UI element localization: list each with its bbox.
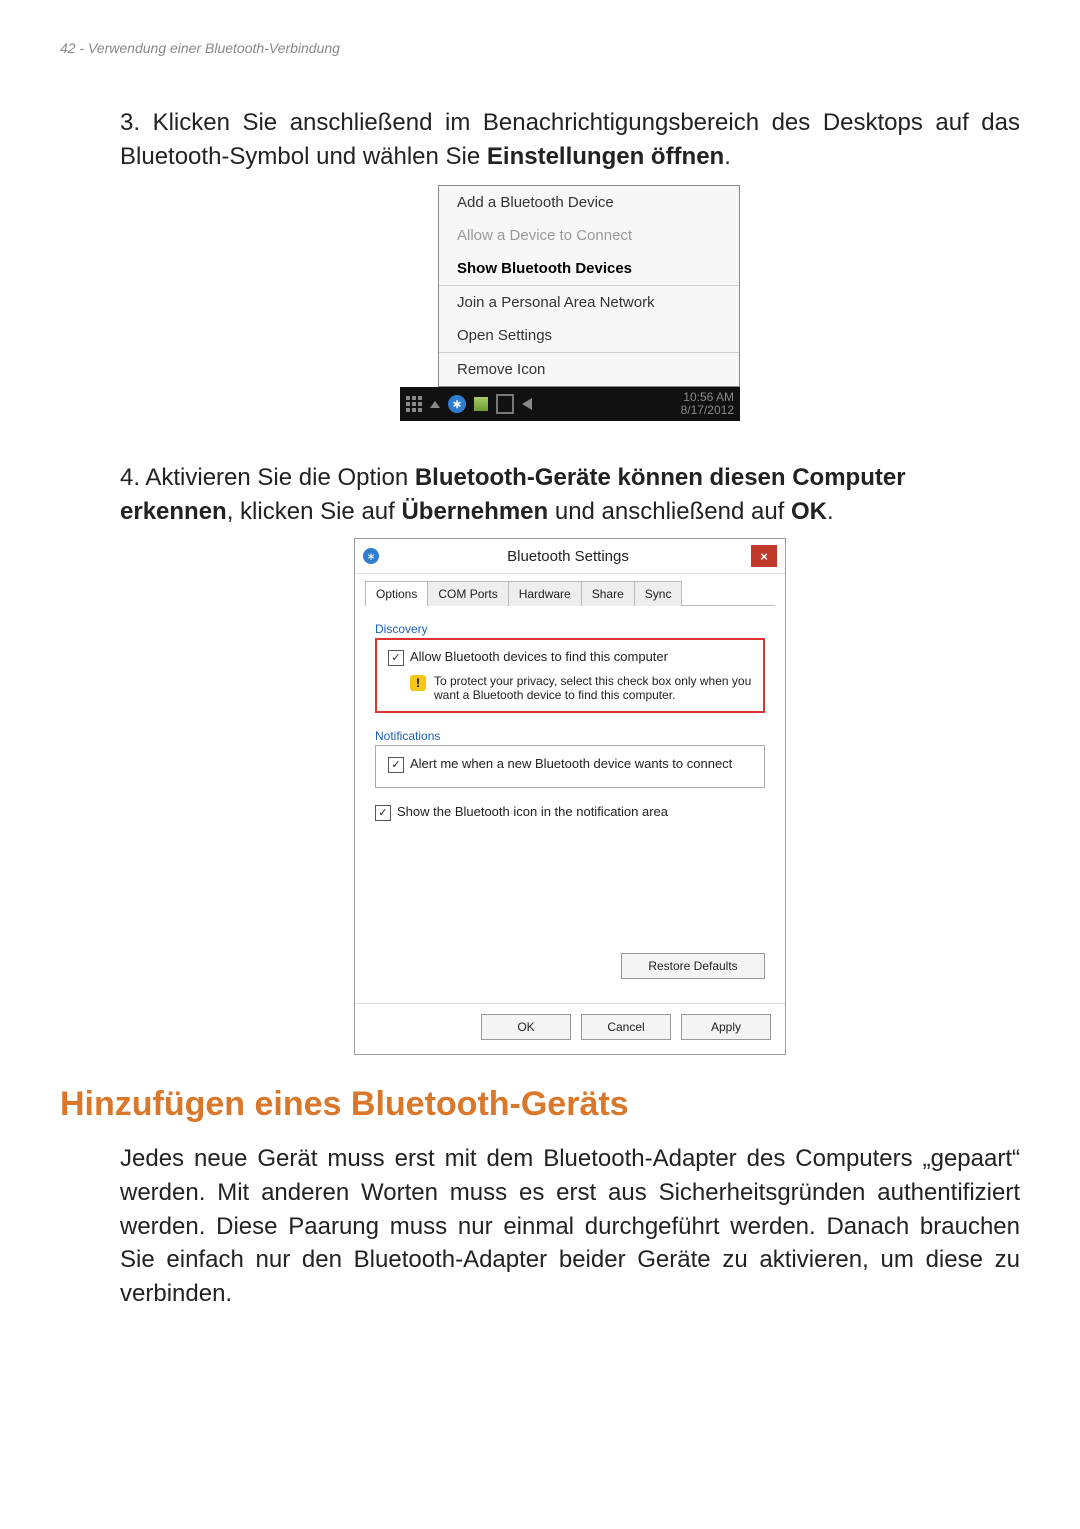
close-button[interactable]: × bbox=[751, 545, 777, 567]
menu-join-pan[interactable]: Join a Personal Area Network bbox=[439, 286, 739, 319]
show-hidden-icons-icon[interactable] bbox=[430, 401, 440, 408]
checkbox-show-icon[interactable]: ✓ Show the Bluetooth icon in the notific… bbox=[375, 804, 765, 821]
section-heading: Hinzufügen eines Bluetooth-Geräts bbox=[60, 1085, 1020, 1124]
checkbox-label: Alert me when a new Bluetooth device wan… bbox=[410, 756, 732, 771]
taskbar-clock[interactable]: 10:56 AM 8/17/2012 bbox=[681, 391, 734, 417]
tab-options[interactable]: Options bbox=[365, 581, 428, 606]
checkbox-icon: ✓ bbox=[388, 650, 404, 666]
step-3: 3. Klicken Sie anschließend im Benachric… bbox=[120, 106, 1020, 173]
step-3-text-2: . bbox=[724, 143, 731, 170]
group-discovery: ✓ Allow Bluetooth devices to find this c… bbox=[375, 638, 765, 713]
menu-allow-connect[interactable]: Allow a Device to Connect bbox=[439, 219, 739, 252]
screenshot-bluetooth-settings: ∗ Bluetooth Settings × Options COM Ports… bbox=[354, 538, 786, 1055]
privacy-hint: ! To protect your privacy, select this c… bbox=[410, 674, 752, 702]
step-3-bold-1: Einstellungen öffnen bbox=[487, 143, 724, 170]
checkbox-icon: ✓ bbox=[375, 805, 391, 821]
tray-icon[interactable] bbox=[474, 397, 488, 411]
tab-hardware[interactable]: Hardware bbox=[508, 581, 582, 606]
checkbox-allow-find[interactable]: ✓ Allow Bluetooth devices to find this c… bbox=[388, 649, 752, 666]
cancel-button[interactable]: Cancel bbox=[581, 1014, 671, 1040]
warning-icon: ! bbox=[410, 675, 426, 691]
group-notifications: ✓ Alert me when a new Bluetooth device w… bbox=[375, 745, 765, 788]
tab-share[interactable]: Share bbox=[581, 581, 635, 606]
step-4-text-2: , klicken Sie auf bbox=[227, 498, 402, 525]
battery-icon[interactable] bbox=[496, 394, 514, 414]
checkbox-label: Show the Bluetooth icon in the notificat… bbox=[397, 804, 668, 819]
restore-defaults-button[interactable]: Restore Defaults bbox=[621, 953, 765, 979]
checkbox-icon: ✓ bbox=[388, 757, 404, 773]
menu-add-device[interactable]: Add a Bluetooth Device bbox=[439, 186, 739, 219]
group-notifications-label: Notifications bbox=[375, 729, 765, 743]
step-4: 4. Aktivieren Sie die Option Bluetooth-G… bbox=[120, 461, 1020, 528]
page-header: 42 - Verwendung einer Bluetooth-Verbindu… bbox=[60, 40, 1020, 56]
apply-button[interactable]: Apply bbox=[681, 1014, 771, 1040]
step-4-text-1: Aktivieren Sie die Option bbox=[145, 464, 414, 491]
step-4-text-3: und anschließend auf bbox=[548, 498, 791, 525]
menu-remove-icon[interactable]: Remove Icon bbox=[439, 353, 739, 386]
keyboard-icon[interactable] bbox=[406, 396, 422, 412]
group-discovery-label: Discovery bbox=[375, 622, 765, 636]
dialog-titlebar: ∗ Bluetooth Settings × bbox=[355, 539, 785, 574]
checkbox-label: Allow Bluetooth devices to find this com… bbox=[410, 649, 668, 664]
tab-com-ports[interactable]: COM Ports bbox=[427, 581, 508, 606]
checkbox-alert-new[interactable]: ✓ Alert me when a new Bluetooth device w… bbox=[388, 756, 752, 773]
dialog-tabs: Options COM Ports Hardware Share Sync bbox=[365, 580, 775, 606]
tab-sync[interactable]: Sync bbox=[634, 581, 683, 606]
taskbar-date: 8/17/2012 bbox=[681, 404, 734, 417]
menu-show-devices[interactable]: Show Bluetooth Devices bbox=[439, 252, 739, 285]
ok-button[interactable]: OK bbox=[481, 1014, 571, 1040]
bluetooth-icon[interactable]: ∗ bbox=[448, 395, 466, 413]
screenshot-context-menu: Add a Bluetooth Device Allow a Device to… bbox=[400, 185, 740, 421]
step-number: 4. bbox=[120, 464, 140, 491]
bluetooth-context-menu: Add a Bluetooth Device Allow a Device to… bbox=[438, 185, 740, 387]
menu-open-settings[interactable]: Open Settings bbox=[439, 319, 739, 352]
step-4-text-4: . bbox=[827, 498, 834, 525]
bluetooth-icon: ∗ bbox=[363, 548, 379, 564]
step-4-bold-2: Übernehmen bbox=[401, 498, 548, 525]
dialog-title: Bluetooth Settings bbox=[385, 548, 751, 565]
privacy-hint-text: To protect your privacy, select this che… bbox=[434, 674, 752, 702]
taskbar: ∗ 10:56 AM 8/17/2012 bbox=[400, 387, 740, 421]
step-number: 3. bbox=[120, 109, 140, 136]
step-4-bold-3: OK bbox=[791, 498, 827, 525]
speaker-icon[interactable] bbox=[522, 398, 532, 410]
section-paragraph: Jedes neue Gerät muss erst mit dem Bluet… bbox=[120, 1142, 1020, 1310]
